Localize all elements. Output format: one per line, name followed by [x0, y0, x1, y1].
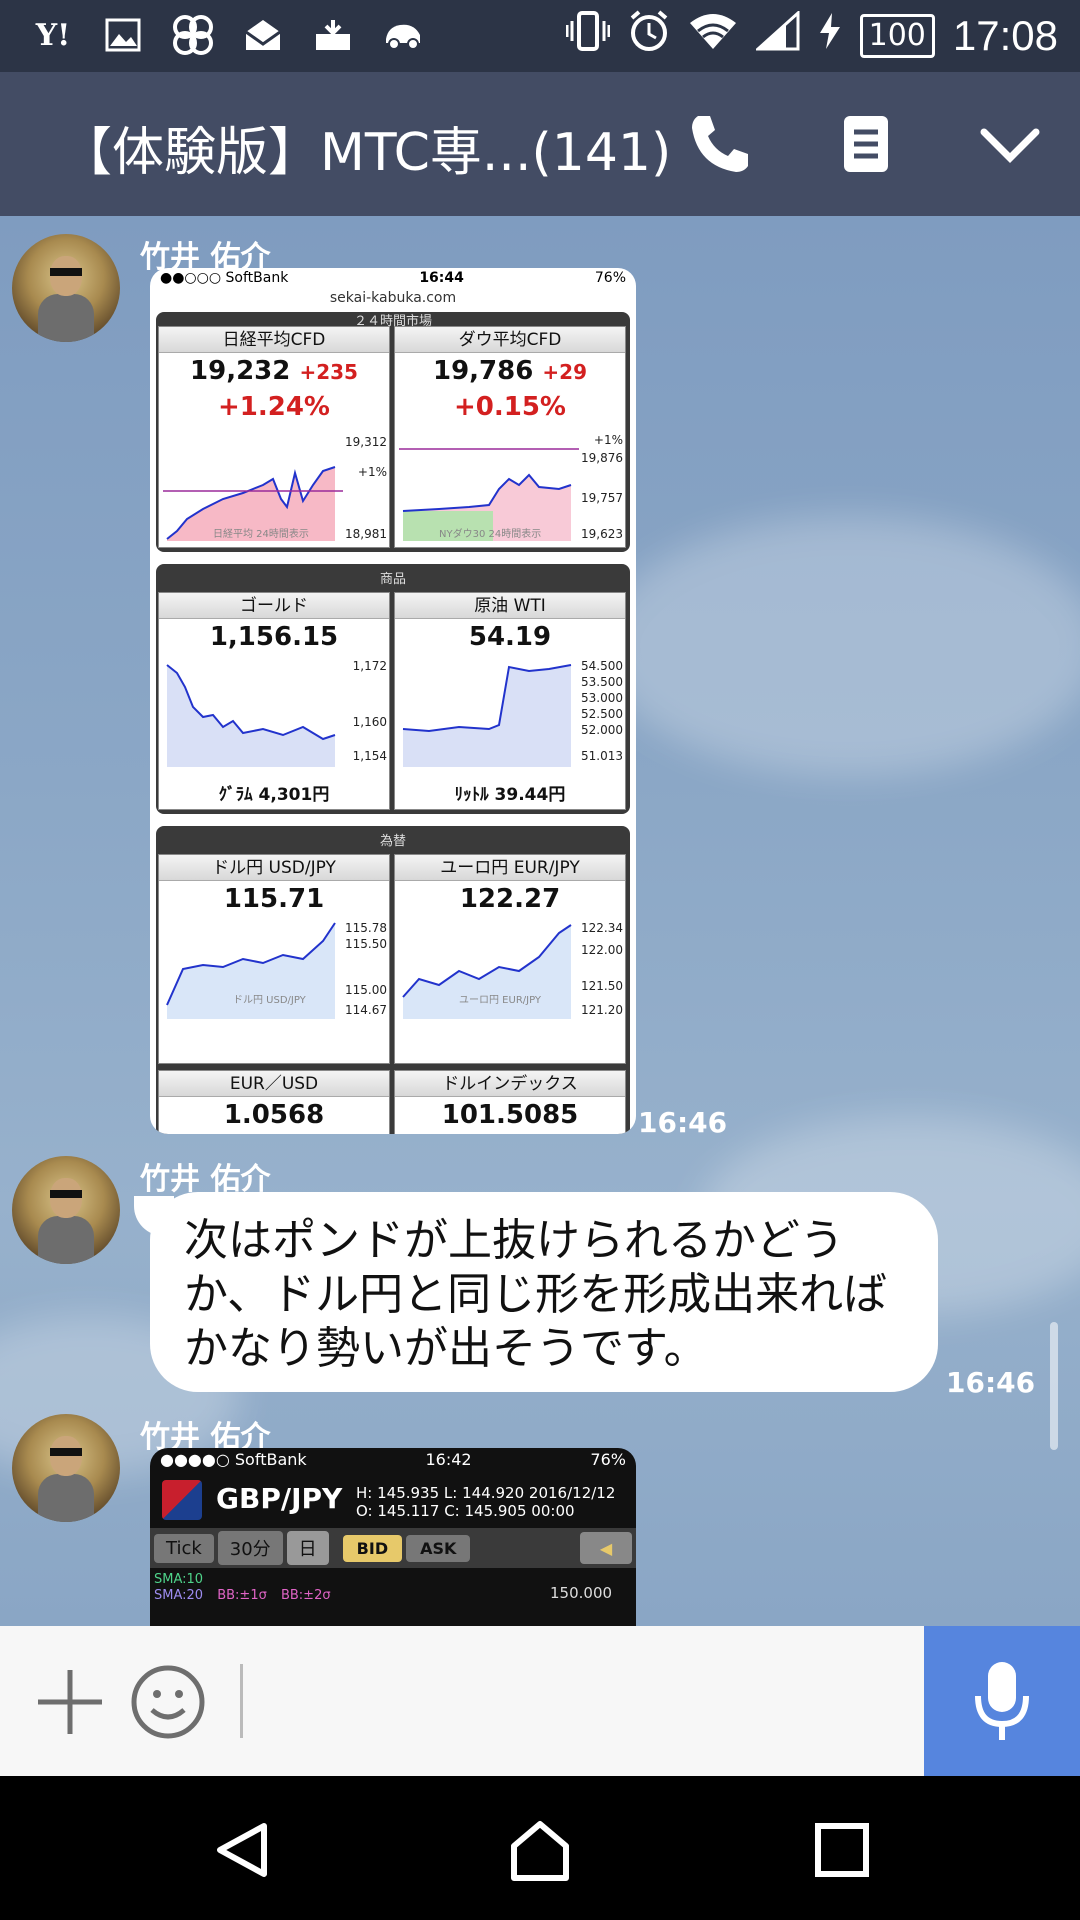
- signal-icon: [753, 9, 800, 60]
- message-time: 16:46: [946, 1366, 1036, 1399]
- image-message[interactable]: ●●○○○ SoftBank 16:44 76% sekai-kabuka.co…: [150, 268, 636, 1134]
- avatar[interactable]: [12, 1156, 120, 1264]
- tab-day[interactable]: 日: [286, 1531, 329, 1565]
- tab-30min[interactable]: 30分: [217, 1531, 283, 1565]
- status-bar: Y! 100 17:08: [0, 0, 1080, 72]
- dow-cell: ダウ平均CFD 19,786 +29 +0.15% NYダウ30 24時間表示 …: [394, 326, 626, 548]
- svg-text:日経平均 24時間表示: 日経平均 24時間表示: [213, 527, 309, 540]
- text-message-bubble[interactable]: 次はポンドが上抜けられるかどう か、ドル円と同じ形を形成出来れば かなり勢いが出…: [150, 1192, 938, 1392]
- chat-header: 【体験版】MTC専...(141): [0, 72, 1080, 216]
- chat-title[interactable]: 【体験版】MTC専...(141): [60, 110, 671, 185]
- dollar-index-cell: ドルインデックス 101.5085: [394, 1070, 626, 1134]
- speaker-icon[interactable]: ◀: [580, 1532, 632, 1564]
- image-message[interactable]: ●●●●○ SoftBank 16:42 76% GBP/JPY H: 145.…: [150, 1448, 636, 1626]
- usdjpy-chart: ドル円 USD/JPY: [163, 919, 343, 1019]
- cloud-decoration: [600, 516, 1080, 776]
- vibrate-icon: [565, 11, 611, 60]
- microphone-button[interactable]: [924, 1626, 1080, 1776]
- image-icon: [100, 14, 146, 56]
- eurjpy-cell: ユーロ円 EUR/JPY 122.27 ユーロ円 EUR/JPY 122.34 …: [394, 854, 626, 1064]
- nikkei-chart: 日経平均 24時間表示: [163, 429, 343, 545]
- avatar[interactable]: [12, 1414, 120, 1522]
- text-cursor: [240, 1664, 243, 1738]
- nikkei-name: 日経平均CFD: [159, 327, 389, 353]
- fx-panel: 為替 ドル円 USD/JPY 115.71 ドル円 USD/JPY 115.78…: [156, 826, 630, 1134]
- home-icon[interactable]: [506, 1816, 574, 1884]
- system-nav-bar: [0, 1776, 1080, 1920]
- chart-toolbar: Tick 30分 日 BID ASK ◀: [150, 1528, 636, 1568]
- battery-indicator: 100: [859, 13, 935, 58]
- oil-chart: [399, 657, 579, 767]
- yahoo-icon: Y!: [35, 17, 71, 53]
- notes-icon[interactable]: [830, 108, 902, 180]
- ohlc-info: H: 145.935 L: 144.920 2016/12/12 O: 145.…: [356, 1484, 616, 1520]
- microphone-icon: [975, 1662, 1029, 1740]
- emoji-icon[interactable]: [130, 1664, 206, 1740]
- nikkei-cell: 日経平均CFD 19,232 +235 +1.24% 日経平均 24時間表示 1…: [158, 326, 390, 548]
- avatar[interactable]: [12, 234, 120, 342]
- commodities-panel: 商品 ゴールド 1,156.15 1,172 1,160 1,154 ｸﾞﾗﾑ …: [156, 564, 630, 814]
- price-axis-label: 150.000: [550, 1584, 613, 1602]
- usdjpy-cell: ドル円 USD/JPY 115.71 ドル円 USD/JPY 115.78 11…: [158, 854, 390, 1064]
- currency-pair: GBP/JPY: [216, 1482, 343, 1515]
- embedded-status-bar: ●●○○○ SoftBank 16:44 76%: [160, 270, 626, 286]
- charging-icon: [818, 11, 842, 60]
- eurjpy-chart: ユーロ円 EUR/JPY: [399, 919, 579, 1019]
- status-clock: 17:08: [952, 11, 1058, 59]
- svg-text:ユーロ円 EUR/JPY: ユーロ円 EUR/JPY: [459, 995, 542, 1006]
- chat-scrollbar[interactable]: [1050, 1322, 1058, 1450]
- message-time: 16:46: [638, 1106, 728, 1139]
- dow-name: ダウ平均CFD: [395, 327, 625, 353]
- dow-chart: NYダウ30 24時間表示: [399, 429, 579, 545]
- recent-apps-icon[interactable]: [810, 1818, 874, 1882]
- eurusd-cell: EUR／USD 1.0568: [158, 1070, 390, 1134]
- flag-icon: [162, 1480, 202, 1520]
- back-icon[interactable]: [210, 1818, 274, 1882]
- plus-icon[interactable]: [32, 1664, 108, 1740]
- svg-text:NYダウ30 24時間表示: NYダウ30 24時間表示: [439, 527, 541, 540]
- oil-cell: 原油 WTI 54.19 54.500 53.500 53.000 52.500…: [394, 592, 626, 810]
- gold-cell: ゴールド 1,156.15 1,172 1,160 1,154 ｸﾞﾗﾑ 4,3…: [158, 592, 390, 810]
- phone-call-icon[interactable]: [684, 108, 756, 180]
- wifi-icon: [688, 11, 738, 60]
- embedded-url: sekai-kabuka.com: [329, 290, 457, 306]
- ask-toggle[interactable]: ASK: [406, 1534, 471, 1562]
- download-mail-icon: [310, 14, 356, 56]
- car-icon: [380, 14, 426, 56]
- pinwheel-icon: [170, 14, 216, 56]
- message-input-bar: [0, 1626, 1080, 1776]
- tab-tick[interactable]: Tick: [154, 1533, 214, 1563]
- gold-chart: [163, 657, 343, 767]
- bid-toggle[interactable]: BID: [342, 1534, 403, 1562]
- chevron-down-icon[interactable]: [974, 108, 1046, 180]
- svg-text:ドル円 USD/JPY: ドル円 USD/JPY: [233, 995, 307, 1006]
- embedded-status-bar: ●●●●○ SoftBank 16:42 76%: [160, 1450, 626, 1469]
- mail-icon: [240, 14, 286, 56]
- alarm-icon: [628, 10, 670, 61]
- indices-panel: ２４時間市場 日経平均CFD 19,232 +235 +1.24% 日経平均 2…: [156, 312, 630, 552]
